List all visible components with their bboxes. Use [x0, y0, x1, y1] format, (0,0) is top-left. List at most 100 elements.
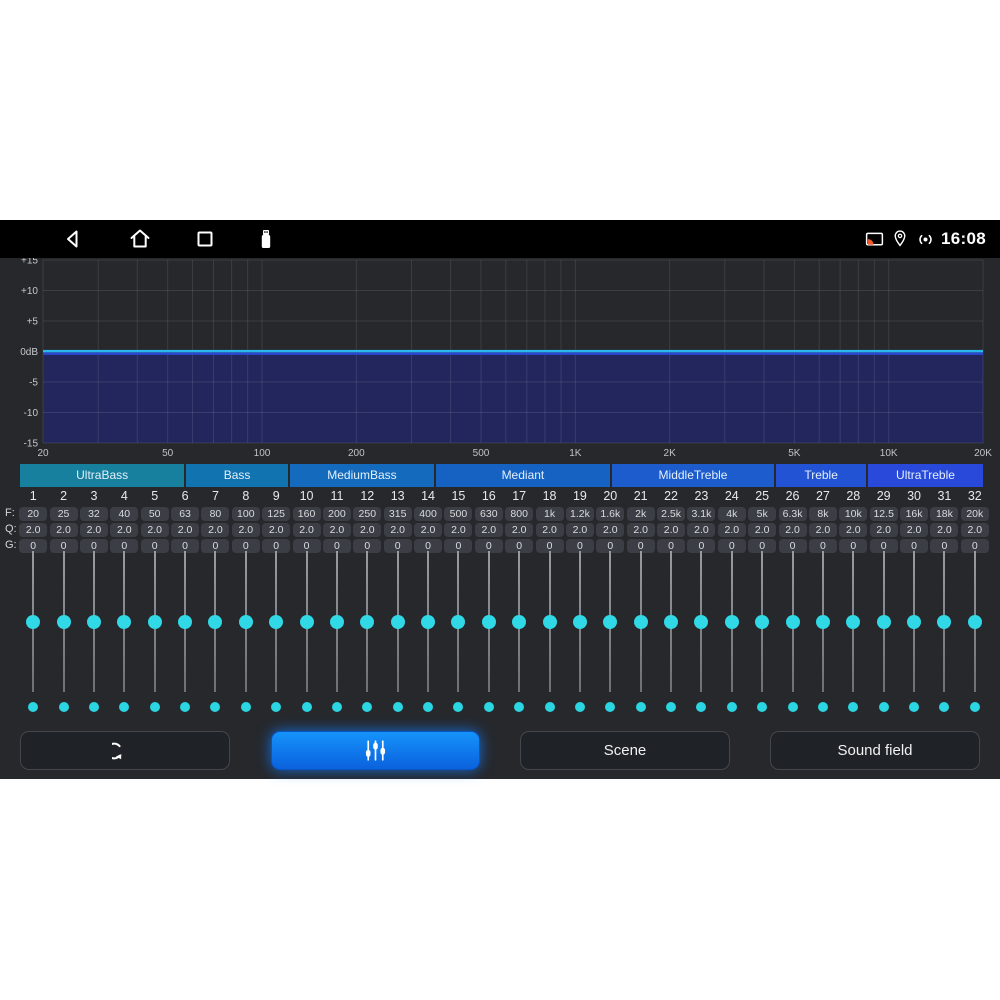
band-q-value[interactable]: 2.0 [869, 522, 899, 537]
gain-slider[interactable] [808, 551, 838, 692]
band-frequency-value[interactable]: 400 [413, 506, 443, 521]
slider-thumb[interactable] [117, 615, 131, 629]
band-frequency-value[interactable]: 1.2k [565, 506, 595, 521]
band-frequency-value[interactable]: 12.5 [869, 506, 899, 521]
band-frequency-value[interactable]: 800 [504, 506, 534, 521]
gain-slider[interactable] [777, 551, 807, 692]
band-q-value[interactable]: 2.0 [383, 522, 413, 537]
band-dot[interactable] [383, 700, 413, 714]
band-q-value[interactable]: 2.0 [838, 522, 868, 537]
band-dot[interactable] [626, 700, 656, 714]
slider-thumb[interactable] [87, 615, 101, 629]
gain-slider[interactable] [929, 551, 959, 692]
band-frequency-value[interactable]: 20 [18, 506, 48, 521]
gain-slider[interactable] [838, 551, 868, 692]
slider-thumb[interactable] [694, 615, 708, 629]
recents-icon[interactable] [193, 227, 217, 251]
slider-thumb[interactable] [178, 615, 192, 629]
band-q-value[interactable]: 2.0 [626, 522, 656, 537]
slider-thumb[interactable] [543, 615, 557, 629]
scene-button[interactable]: Scene [520, 731, 730, 770]
band-q-value[interactable]: 2.0 [686, 522, 716, 537]
band-frequency-value[interactable]: 50 [140, 506, 170, 521]
band-frequency-value[interactable]: 3.1k [686, 506, 716, 521]
band-q-value[interactable]: 2.0 [656, 522, 686, 537]
band-dot[interactable] [929, 700, 959, 714]
gain-slider[interactable] [170, 551, 200, 692]
gain-slider[interactable] [79, 551, 109, 692]
band-dot[interactable] [48, 700, 78, 714]
band-dot[interactable] [109, 700, 139, 714]
slider-thumb[interactable] [208, 615, 222, 629]
band-q-value[interactable]: 2.0 [595, 522, 625, 537]
slider-thumb[interactable] [573, 615, 587, 629]
slider-thumb[interactable] [57, 615, 71, 629]
slider-thumb[interactable] [664, 615, 678, 629]
slider-thumb[interactable] [482, 615, 496, 629]
slider-thumb[interactable] [816, 615, 830, 629]
equalizer-button[interactable] [271, 731, 480, 770]
band-q-value[interactable]: 2.0 [747, 522, 777, 537]
slider-thumb[interactable] [239, 615, 253, 629]
band-dot[interactable] [443, 700, 473, 714]
gain-slider[interactable] [899, 551, 929, 692]
band-q-value[interactable]: 2.0 [352, 522, 382, 537]
band-frequency-value[interactable]: 20k [960, 506, 990, 521]
home-icon[interactable] [128, 227, 152, 251]
gain-slider[interactable] [291, 551, 321, 692]
band-dot[interactable] [474, 700, 504, 714]
band-frequency-value[interactable]: 18k [929, 506, 959, 521]
band-q-value[interactable]: 2.0 [504, 522, 534, 537]
gain-slider[interactable] [626, 551, 656, 692]
band-frequency-value[interactable]: 200 [322, 506, 352, 521]
slider-thumb[interactable] [330, 615, 344, 629]
gain-slider[interactable] [595, 551, 625, 692]
band-dot[interactable] [565, 700, 595, 714]
band-q-value[interactable]: 2.0 [261, 522, 291, 537]
slider-thumb[interactable] [968, 615, 982, 629]
gain-slider[interactable] [109, 551, 139, 692]
band-frequency-value[interactable]: 315 [383, 506, 413, 521]
slider-thumb[interactable] [300, 615, 314, 629]
band-dot[interactable] [79, 700, 109, 714]
band-frequency-value[interactable]: 2.5k [656, 506, 686, 521]
band-q-value[interactable]: 2.0 [109, 522, 139, 537]
gain-slider[interactable] [231, 551, 261, 692]
band-q-value[interactable]: 2.0 [322, 522, 352, 537]
band-q-value[interactable]: 2.0 [960, 522, 990, 537]
band-dot[interactable] [140, 700, 170, 714]
band-dot[interactable] [747, 700, 777, 714]
band-dot[interactable] [808, 700, 838, 714]
band-q-value[interactable]: 2.0 [474, 522, 504, 537]
gain-slider[interactable] [686, 551, 716, 692]
gain-slider[interactable] [261, 551, 291, 692]
band-frequency-value[interactable]: 6.3k [777, 506, 807, 521]
reset-button[interactable] [20, 731, 230, 770]
slider-thumb[interactable] [360, 615, 374, 629]
band-frequency-value[interactable]: 4k [717, 506, 747, 521]
band-frequency-value[interactable]: 10k [838, 506, 868, 521]
band-dot[interactable] [200, 700, 230, 714]
slider-thumb[interactable] [26, 615, 40, 629]
slider-thumb[interactable] [755, 615, 769, 629]
band-frequency-value[interactable]: 1k [534, 506, 564, 521]
band-dot[interactable] [595, 700, 625, 714]
band-q-value[interactable]: 2.0 [534, 522, 564, 537]
slider-thumb[interactable] [148, 615, 162, 629]
gain-slider[interactable] [413, 551, 443, 692]
band-q-value[interactable]: 2.0 [48, 522, 78, 537]
band-frequency-value[interactable]: 80 [200, 506, 230, 521]
band-dot[interactable] [717, 700, 747, 714]
band-dot[interactable] [18, 700, 48, 714]
band-q-value[interactable]: 2.0 [18, 522, 48, 537]
band-frequency-value[interactable]: 25 [48, 506, 78, 521]
slider-thumb[interactable] [634, 615, 648, 629]
band-dot[interactable] [352, 700, 382, 714]
band-frequency-value[interactable]: 100 [231, 506, 261, 521]
gain-slider[interactable] [565, 551, 595, 692]
back-icon[interactable] [61, 227, 85, 251]
band-frequency-value[interactable]: 250 [352, 506, 382, 521]
band-q-value[interactable]: 2.0 [899, 522, 929, 537]
slider-thumb[interactable] [907, 615, 921, 629]
band-dot[interactable] [838, 700, 868, 714]
